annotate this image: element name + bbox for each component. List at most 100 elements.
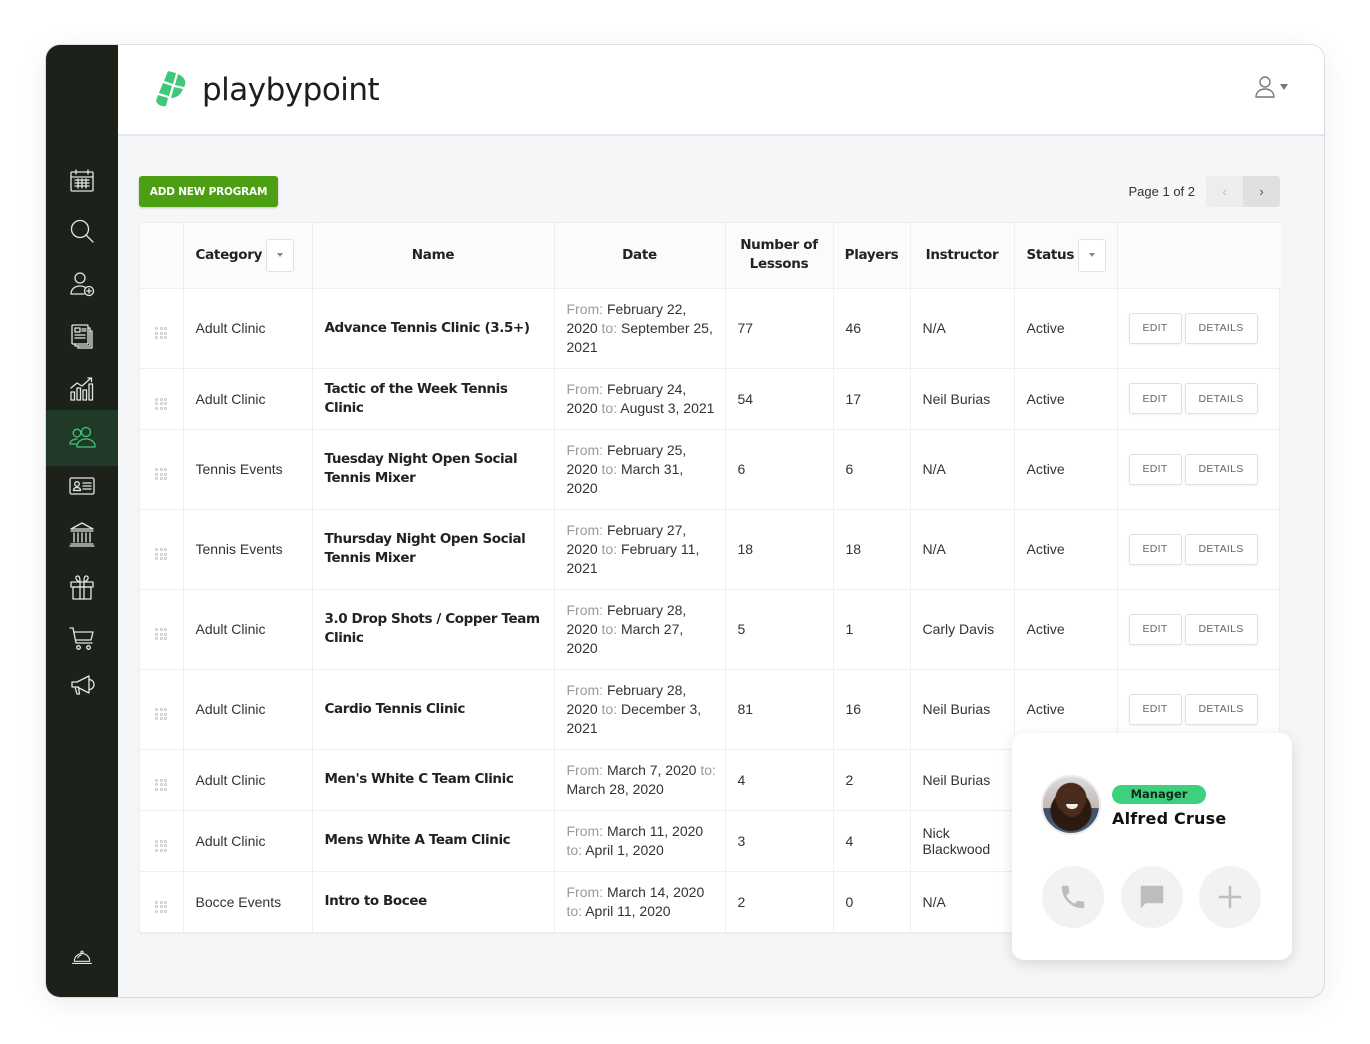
program-name-cell[interactable]: Tuesday Night Open Social Tennis Mixer bbox=[312, 429, 555, 510]
players-cell: 18 bbox=[833, 509, 911, 590]
edit-button[interactable]: EDIT bbox=[1128, 613, 1182, 645]
sidebar-item-facility[interactable] bbox=[46, 508, 118, 560]
cart-icon bbox=[69, 627, 94, 650]
program-name-cell[interactable]: Advance Tennis Clinic (3.5+) bbox=[312, 288, 555, 369]
category-cell: Tennis Events bbox=[183, 509, 313, 590]
players-cell: 1 bbox=[833, 589, 911, 670]
pagination: Page 1 of 2 ‹ › bbox=[1129, 176, 1280, 207]
details-button[interactable]: DETAILS bbox=[1184, 383, 1258, 414]
sidebar-item-calendar[interactable] bbox=[46, 155, 118, 207]
edit-button[interactable]: EDIT bbox=[1128, 312, 1182, 344]
next-page-button[interactable]: › bbox=[1243, 176, 1280, 207]
drag-handle-icon[interactable] bbox=[155, 628, 168, 640]
sidebar-item-analytics[interactable] bbox=[46, 363, 118, 415]
drag-handle-cell bbox=[140, 669, 184, 750]
players-cell: 46 bbox=[833, 288, 911, 369]
drag-handle-icon[interactable] bbox=[155, 708, 168, 720]
details-button[interactable]: DETAILS bbox=[1184, 312, 1258, 344]
header-status-label: Status bbox=[1026, 246, 1075, 263]
header-players: Players bbox=[833, 223, 911, 289]
program-name-cell[interactable]: Mens White A Team Clinic bbox=[312, 810, 555, 872]
drag-handle-icon[interactable] bbox=[155, 397, 168, 410]
message-button[interactable] bbox=[1121, 866, 1183, 928]
sidebar-item-cart[interactable] bbox=[46, 612, 118, 664]
header-status: Status bbox=[1014, 223, 1118, 289]
edit-button[interactable]: EDIT bbox=[1128, 453, 1182, 485]
chevron-down-icon bbox=[1280, 84, 1288, 90]
drag-handle-icon[interactable] bbox=[155, 468, 168, 480]
date-cell: From: March 7, 2020 to: March 28, 2020 bbox=[554, 749, 726, 811]
drag-handle-icon[interactable] bbox=[155, 548, 168, 560]
date-cell: From: March 11, 2020 to: April 1, 2020 bbox=[554, 810, 726, 872]
drag-handle-icon[interactable] bbox=[155, 778, 168, 791]
lessons-cell: 54 bbox=[725, 368, 834, 430]
sidebar-item-users[interactable] bbox=[46, 410, 118, 466]
sidebar-item-add-user[interactable] bbox=[46, 258, 118, 310]
date-cell: From: February 24, 2020 to: August 3, 20… bbox=[554, 368, 726, 430]
program-name-cell[interactable]: Intro to Bocee bbox=[312, 871, 555, 933]
program-name-cell[interactable]: Cardio Tennis Clinic bbox=[312, 669, 555, 750]
sidebar-item-memberships[interactable] bbox=[46, 460, 118, 512]
edit-button[interactable]: EDIT bbox=[1128, 533, 1182, 565]
category-cell: Adult Clinic bbox=[183, 288, 313, 369]
status-cell: Active bbox=[1014, 429, 1118, 510]
message-icon bbox=[1140, 885, 1164, 909]
from-date: March 7, 2020 bbox=[606, 761, 697, 778]
program-name-cell[interactable]: Tactic of the Week Tennis Clinic bbox=[312, 368, 555, 430]
to-label: to: bbox=[601, 700, 618, 717]
sidebar-item-search[interactable] bbox=[46, 205, 118, 257]
status-cell: Active bbox=[1014, 589, 1118, 670]
sidebar-item-service[interactable] bbox=[46, 931, 118, 983]
program-name-cell[interactable]: Men's White C Team Clinic bbox=[312, 749, 555, 811]
from-label: From: bbox=[566, 380, 604, 397]
sidebar-item-marketing[interactable] bbox=[46, 659, 118, 711]
sidebar-item-gifts[interactable] bbox=[46, 561, 118, 613]
gift-icon bbox=[70, 575, 94, 600]
lessons-cell: 81 bbox=[725, 669, 834, 750]
from-label: From: bbox=[566, 883, 604, 900]
header-actions bbox=[1117, 223, 1281, 289]
add-user-icon bbox=[70, 272, 95, 297]
details-button[interactable]: DETAILS bbox=[1184, 693, 1258, 725]
details-button[interactable]: DETAILS bbox=[1184, 533, 1258, 565]
drag-handle-cell bbox=[140, 589, 184, 670]
status-filter-button[interactable] bbox=[1078, 238, 1107, 272]
drag-handle-icon[interactable] bbox=[155, 900, 168, 913]
category-cell: Adult Clinic bbox=[183, 749, 313, 811]
drag-handle-icon[interactable] bbox=[155, 839, 168, 852]
details-button[interactable]: DETAILS bbox=[1184, 453, 1258, 485]
contact-name: Alfred Cruse bbox=[1112, 809, 1227, 828]
edit-button[interactable]: EDIT bbox=[1128, 383, 1182, 414]
date-cell: From: February 28, 2020 to: December 3, … bbox=[554, 669, 726, 750]
to-label: to: bbox=[601, 399, 618, 416]
table-header-row: Category Name Date Number of Lessons Pla… bbox=[140, 223, 1281, 289]
program-name-cell[interactable]: 3.0 Drop Shots / Copper Team Clinic bbox=[312, 589, 555, 670]
category-filter-button[interactable] bbox=[266, 238, 295, 272]
drag-handle-cell bbox=[140, 288, 184, 369]
lessons-cell: 18 bbox=[725, 509, 834, 590]
bank-icon bbox=[69, 522, 95, 547]
lessons-cell: 2 bbox=[725, 871, 834, 933]
sidebar-item-documents[interactable] bbox=[46, 310, 118, 362]
header-lessons: Number of Lessons bbox=[725, 223, 834, 289]
drag-handle-icon[interactable] bbox=[155, 327, 168, 339]
brand-logo[interactable]: playbypoint bbox=[154, 69, 380, 111]
call-button[interactable] bbox=[1042, 866, 1104, 928]
add-new-program-button[interactable]: ADD NEW PROGRAM bbox=[139, 176, 278, 207]
players-cell: 4 bbox=[833, 810, 911, 872]
search-icon bbox=[70, 219, 94, 243]
prev-page-button[interactable]: ‹ bbox=[1206, 176, 1243, 207]
edit-button[interactable]: EDIT bbox=[1128, 693, 1182, 725]
contact-card: Manager Alfred Cruse bbox=[1012, 733, 1292, 960]
users-icon bbox=[69, 426, 96, 448]
instructor-cell: N/A bbox=[910, 871, 1015, 933]
status-cell: Active bbox=[1014, 288, 1118, 369]
add-button[interactable] bbox=[1199, 866, 1261, 928]
details-button[interactable]: DETAILS bbox=[1184, 613, 1258, 645]
to-date: March 28, 2020 bbox=[566, 780, 664, 797]
user-menu[interactable] bbox=[1254, 75, 1288, 99]
service-bell-icon bbox=[72, 950, 92, 964]
program-name-cell[interactable]: Thursday Night Open Social Tennis Mixer bbox=[312, 509, 555, 590]
from-label: From: bbox=[566, 300, 604, 317]
brand-name: playbypoint bbox=[202, 72, 380, 108]
